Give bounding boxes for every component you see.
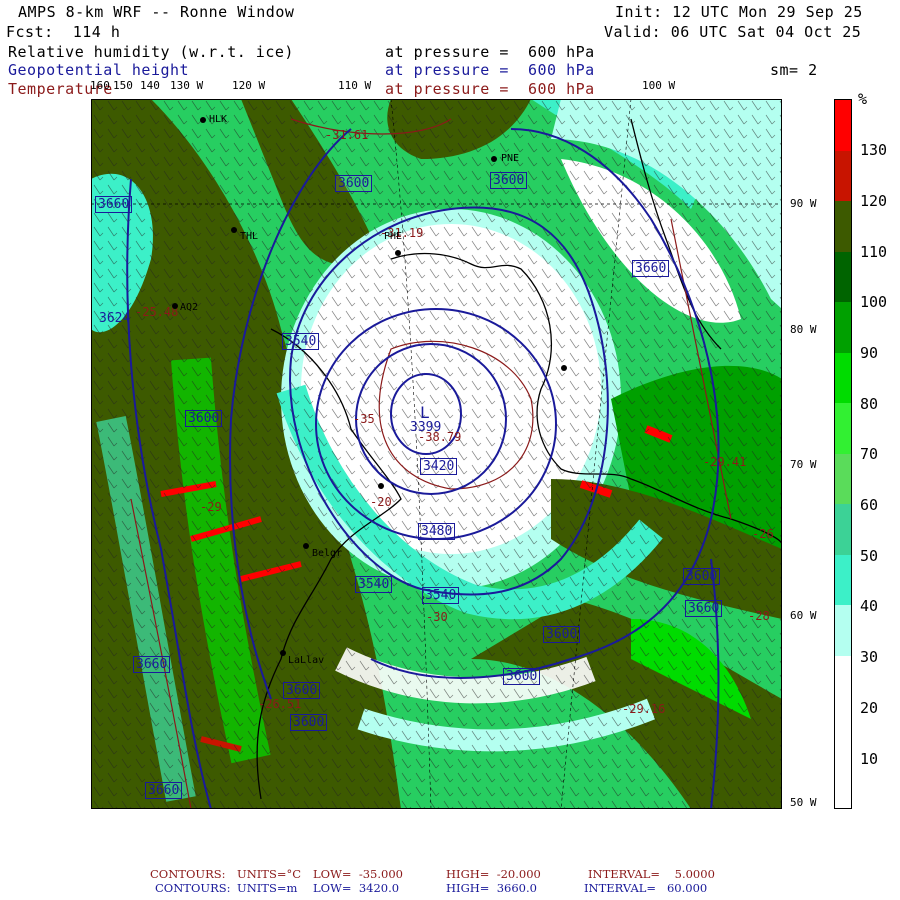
footer-height-low: LOW= 3420.0 <box>313 881 400 895</box>
station-marker <box>172 303 178 309</box>
colorbar-tick: 90 <box>860 344 879 362</box>
height-label: 3540 <box>422 587 460 604</box>
height-label: 3540 <box>355 576 393 593</box>
temp-label: -38.79 <box>418 430 462 444</box>
footer-temp-low: LOW= -35.000 <box>313 867 403 881</box>
temp-label: -35 <box>353 412 375 426</box>
height-label: 3600 <box>185 410 223 427</box>
station-label: PHE <box>384 231 403 242</box>
height-label: 3600 <box>290 714 328 731</box>
height-label: 3660 <box>133 656 171 673</box>
station-label: HLK <box>209 114 228 125</box>
colorbar-segment <box>835 605 851 656</box>
station-marker <box>491 156 497 162</box>
colorbar-segment <box>835 353 851 403</box>
colorbar-segment <box>835 302 851 353</box>
footer-height-units: UNITS=m <box>237 881 298 895</box>
height-label: 3420 <box>420 458 458 475</box>
height-label: 3624 <box>99 311 131 326</box>
colorbar-tick: 20 <box>860 699 879 717</box>
height-label: 3600 <box>543 626 581 643</box>
colorbar-segment <box>835 656 851 808</box>
temp-label: -26 <box>752 527 774 541</box>
station-label: Belgr <box>312 548 343 559</box>
colorbar <box>834 99 852 809</box>
colorbar-tick: 50 <box>860 547 879 565</box>
height-label: 3600 <box>490 172 528 189</box>
height-label: 3660 <box>145 782 183 799</box>
station-marker <box>231 227 237 233</box>
footer-temp-interval: INTERVAL= 5.0000 <box>588 867 715 881</box>
colorbar-tick: 100 <box>860 293 888 311</box>
low-symbol: L <box>420 403 430 422</box>
colorbar-segment <box>835 403 851 454</box>
station-label: LaLlav <box>288 655 325 666</box>
colorbar-unit: % <box>858 90 868 108</box>
colorbar-tick: 120 <box>860 192 888 210</box>
temp-label: -29.16 <box>622 702 666 716</box>
footer-temp-units: UNITS=°C <box>237 867 302 881</box>
temp-label: -29 <box>200 500 222 514</box>
colorbar-tick: 70 <box>860 445 879 463</box>
footer-temp-label: CONTOURS: <box>150 867 226 881</box>
height-label: 3600 <box>335 175 373 192</box>
colorbar-tick: 130 <box>860 141 888 159</box>
footer-temp-high: HIGH= -20.000 <box>446 867 541 881</box>
colorbar-segment <box>835 555 851 605</box>
height-label: 3480 <box>418 523 456 540</box>
station-label: AQ2 <box>180 302 199 313</box>
footer-height-interval: INTERVAL= 60.000 <box>584 881 708 895</box>
height-label: 3660 <box>95 196 133 213</box>
temp-label: -30 <box>426 610 448 624</box>
station-marker <box>561 365 567 371</box>
colorbar-tick: 40 <box>860 597 879 615</box>
colorbar-tick: 60 <box>860 496 879 514</box>
temp-label: -29.41 <box>703 455 747 469</box>
height-label: 3660 <box>685 600 723 617</box>
colorbar-segment <box>835 454 851 504</box>
temp-label: -31.61 <box>325 128 369 142</box>
footer-height-label: CONTOURS: <box>155 881 231 895</box>
station-marker <box>303 543 309 549</box>
temp-label: -28 <box>748 609 770 623</box>
station-label: THL <box>240 231 259 242</box>
height-label: 3540 <box>282 333 320 350</box>
height-label: 3600 <box>503 668 541 685</box>
height-label: 3600 <box>683 568 721 585</box>
station-marker <box>280 650 286 656</box>
colorbar-segment <box>835 504 851 555</box>
colorbar-segment <box>835 100 851 151</box>
height-label: 3660 <box>632 260 670 277</box>
temp-label: -26.51 <box>258 697 302 711</box>
footer-height-high: HIGH= 3660.0 <box>446 881 537 895</box>
colorbar-segment <box>835 151 851 201</box>
colorbar-tick: 80 <box>860 395 879 413</box>
colorbar-tick: 30 <box>860 648 879 666</box>
colorbar-tick: 110 <box>860 243 888 261</box>
station-marker <box>395 250 401 256</box>
station-marker <box>200 117 206 123</box>
temp-label: -20 <box>370 495 392 509</box>
colorbar-segment <box>835 252 851 302</box>
colorbar-segment <box>835 201 851 252</box>
station-marker <box>378 483 384 489</box>
colorbar-tick: 10 <box>860 750 879 768</box>
station-label: PNE <box>501 153 520 164</box>
